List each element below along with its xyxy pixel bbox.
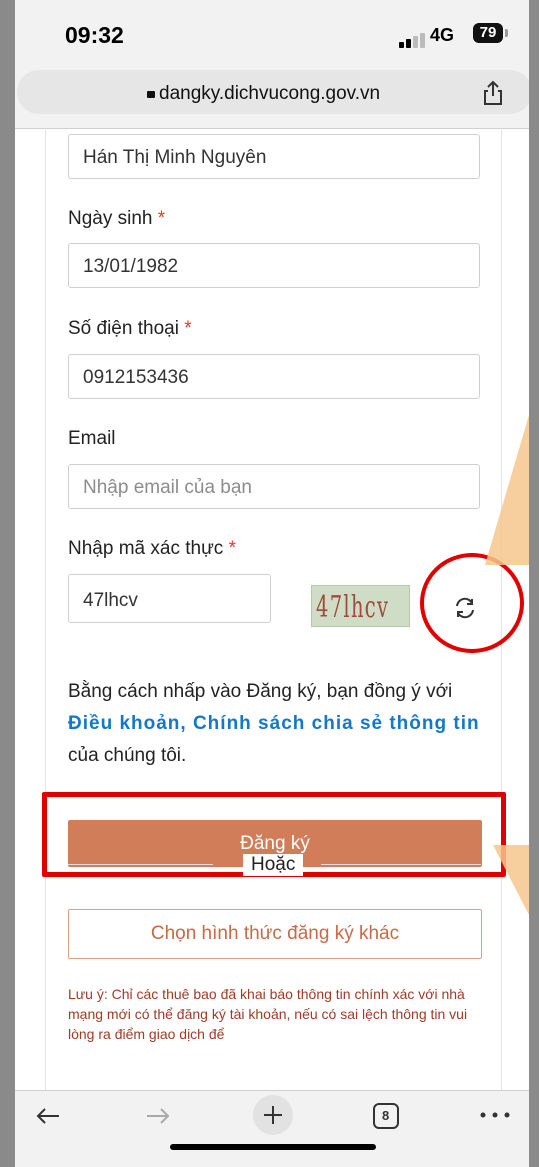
note-text: Lưu ý: Chỉ các thuê bao đã khai báo thôn… <box>68 986 468 1042</box>
terms-text: Bằng cách nhấp vào Đăng ký, bạn đồng ý v… <box>68 681 480 766</box>
url-label: dangky.dichvucong.gov.vn <box>159 83 381 104</box>
captcha-image-text: 47lhcv <box>316 590 390 625</box>
full-name-field[interactable]: Hán Thị Minh Nguyên <box>68 134 480 179</box>
signal-icon <box>399 30 427 48</box>
refresh-highlight-circle <box>420 553 524 653</box>
registration-form: Hán Thị Minh Nguyên Ngày sinh * 13/01/19… <box>42 128 524 1090</box>
browser-toolbar: 8 <box>15 1090 529 1167</box>
share-icon[interactable] <box>482 80 504 111</box>
battery-icon: 79 <box>473 23 503 43</box>
captcha-image: 47lhcv <box>311 585 410 627</box>
alternate-registration-button[interactable]: Chọn hình thức đăng ký khác <box>68 909 482 959</box>
annotation-arrow-bottom <box>493 845 529 915</box>
home-indicator <box>170 1144 376 1150</box>
new-tab-icon[interactable] <box>251 1093 295 1142</box>
email-label: Email <box>68 428 116 449</box>
phone-screen: 09:32 4G 79 dangky.dichvucong.gov.vn Hán… <box>15 0 529 1167</box>
tabs-count: 8 <box>382 1108 390 1123</box>
network-type: 4G <box>430 25 455 45</box>
dob-field[interactable]: 13/01/1982 <box>68 243 480 288</box>
captcha-label: Nhập mã xác thực * <box>68 538 236 559</box>
divider-left <box>68 864 213 865</box>
dob-label: Ngày sinh * <box>68 208 166 229</box>
clock: 09:32 <box>65 22 124 48</box>
lock-icon <box>147 91 155 98</box>
tabs-icon[interactable]: 8 <box>371 1101 401 1136</box>
battery-tip <box>505 29 508 37</box>
phone-label: Số điện thoại * <box>68 318 192 339</box>
address-bar-area: dangky.dichvucong.gov.vn <box>15 68 529 129</box>
captcha-field[interactable]: 47lhcv <box>68 574 271 623</box>
or-separator: Hoặc <box>243 854 304 876</box>
forward-icon[interactable] <box>143 1101 173 1136</box>
back-icon[interactable] <box>33 1101 63 1136</box>
divider-right <box>321 864 481 865</box>
url-text[interactable]: dangky.dichvucong.gov.vn <box>147 83 380 105</box>
address-bar[interactable]: dangky.dichvucong.gov.vn <box>17 70 529 114</box>
terms-link[interactable]: Điều khoản, Chính sách chia sẻ thông tin <box>68 713 480 734</box>
phone-field[interactable]: 0912153436 <box>68 354 480 399</box>
more-icon[interactable] <box>478 1105 512 1130</box>
status-bar: 09:32 4G 79 <box>15 0 529 68</box>
email-field[interactable]: Nhập email của bạn <box>68 464 480 509</box>
annotation-arrow-top <box>485 415 529 565</box>
